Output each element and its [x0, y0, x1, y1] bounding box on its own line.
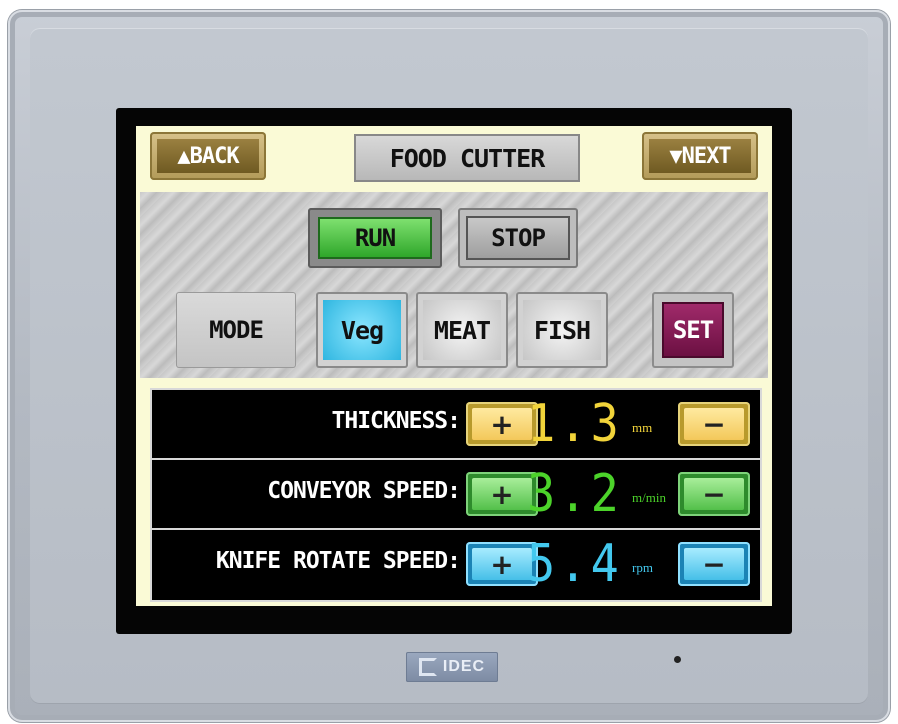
- knife-speed-value: 5.4: [527, 534, 623, 594]
- thickness-value: 1.3: [527, 394, 623, 454]
- hmi-screen: ▲BACK FOOD CUTTER ▼NEXT RUN STOP MODE Ve…: [136, 126, 772, 606]
- knife-speed-unit: rpm: [632, 560, 653, 575]
- page-title-text: FOOD CUTTER: [389, 143, 546, 173]
- param-label: KNIFE ROTATE SPEED:: [215, 548, 461, 574]
- param-label: CONVEYOR SPEED:: [267, 478, 461, 504]
- minus-icon: −: [684, 548, 744, 581]
- set-button-label: SET: [662, 302, 724, 358]
- minus-icon: −: [684, 478, 744, 511]
- brand-name: IDEC: [442, 658, 486, 675]
- thickness-unit: mm: [632, 420, 653, 435]
- minus-icon: −: [684, 408, 744, 441]
- param-row-knife-speed: KNIFE ROTATE SPEED: + 5.4 rpm −: [152, 530, 760, 598]
- param-label: THICKNESS:: [331, 408, 461, 434]
- stop-button-label: STOP: [466, 216, 570, 260]
- next-button[interactable]: ▼NEXT: [642, 132, 758, 180]
- set-button[interactable]: SET: [652, 292, 734, 368]
- knife-minus-button[interactable]: −: [678, 542, 750, 586]
- mode-veg-label: Veg: [323, 300, 401, 360]
- idec-logo-icon: [418, 658, 437, 676]
- conveyor-speed-unit: m/min: [632, 490, 666, 505]
- mode-veg-button[interactable]: Veg: [316, 292, 408, 368]
- mode-meat-label: MEAT: [423, 300, 501, 360]
- run-button-label: RUN: [318, 217, 432, 259]
- parameter-table: THICKNESS: + 1.3 mm − CONVEYOR SPEED: + …: [150, 388, 762, 602]
- mode-fish-button[interactable]: FISH: [516, 292, 608, 368]
- param-row-thickness: THICKNESS: + 1.3 mm −: [152, 390, 760, 460]
- conveyor-speed-value: 3.2: [527, 464, 623, 524]
- back-button[interactable]: ▲BACK: [150, 132, 266, 180]
- brand-logo: IDEC: [406, 652, 498, 682]
- conveyor-minus-button[interactable]: −: [678, 472, 750, 516]
- plus-icon: +: [472, 548, 532, 581]
- mode-label: MODE: [176, 292, 296, 368]
- param-row-conveyor-speed: CONVEYOR SPEED: + 3.2 m/min −: [152, 460, 760, 530]
- plus-icon: +: [472, 478, 532, 511]
- run-button[interactable]: RUN: [308, 208, 442, 268]
- plus-icon: +: [472, 408, 532, 441]
- mode-meat-button[interactable]: MEAT: [416, 292, 508, 368]
- thickness-minus-button[interactable]: −: [678, 402, 750, 446]
- page-title: FOOD CUTTER: [354, 134, 580, 182]
- mode-fish-label: FISH: [523, 300, 601, 360]
- power-led-indicator: [674, 656, 681, 663]
- stop-button[interactable]: STOP: [458, 208, 578, 268]
- back-button-label: ▲BACK: [157, 139, 259, 173]
- next-button-label: ▼NEXT: [649, 139, 751, 173]
